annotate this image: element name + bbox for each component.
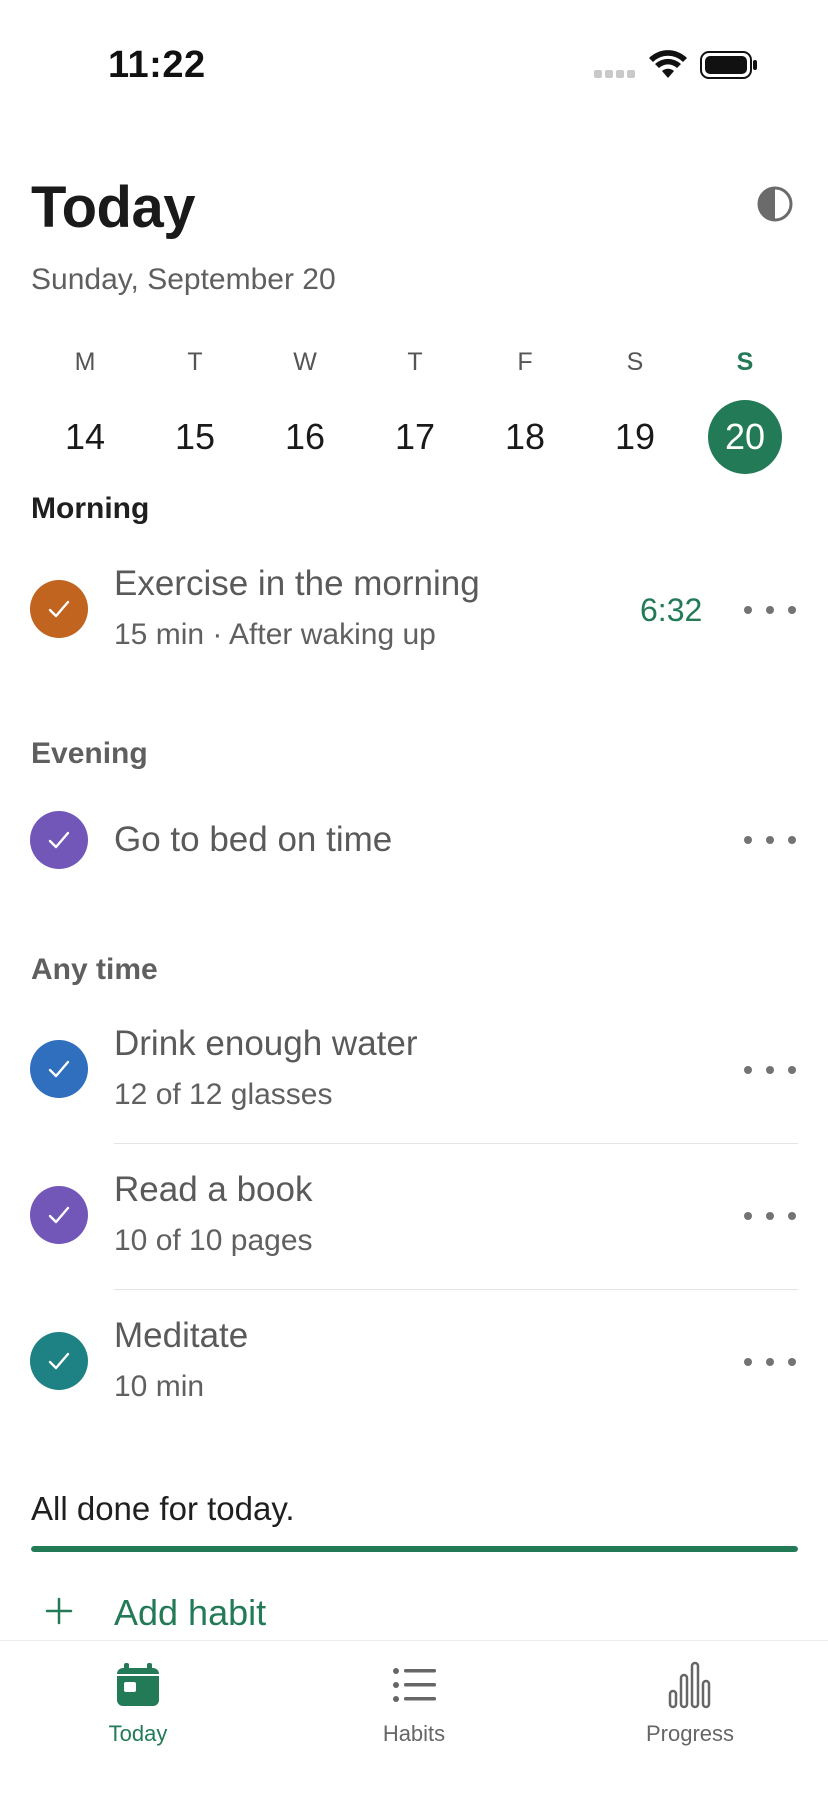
habit-name: Exercise in the morning xyxy=(114,564,480,603)
checkmark-icon xyxy=(48,1352,70,1370)
progress-fill xyxy=(31,1546,798,1552)
more-options-icon[interactable] xyxy=(744,1342,796,1382)
day-saturday[interactable]: S 19 xyxy=(580,340,690,464)
day-thursday[interactable]: T 17 xyxy=(360,340,470,464)
status-bar: 11:22 xyxy=(0,0,828,120)
day-number: 18 xyxy=(504,416,546,457)
plus-icon xyxy=(45,1597,73,1625)
add-habit-button[interactable]: Add habit xyxy=(0,1588,828,1638)
day-letter: T xyxy=(407,348,423,376)
checkmark-icon xyxy=(48,1060,70,1078)
day-letter: S xyxy=(736,348,754,376)
day-sunday-selected[interactable]: S 20 xyxy=(690,340,800,474)
habit-check[interactable] xyxy=(30,811,88,869)
more-options-icon[interactable] xyxy=(744,820,796,860)
day-number: 14 xyxy=(64,416,106,457)
habit-name: Read a book xyxy=(114,1170,313,1209)
section-title-morning: Morning xyxy=(31,492,150,525)
nav-label: Today xyxy=(108,1721,168,1746)
nav-tab-habits[interactable]: Habits xyxy=(276,1641,552,1771)
day-letter: T xyxy=(187,348,203,376)
week-strip: M 14 T 15 W 16 T 17 F 18 S 19 S 20 xyxy=(30,340,800,474)
habit-exercise[interactable]: Exercise in the morning 15 min · After w… xyxy=(0,560,828,670)
add-habit-label: Add habit xyxy=(114,1592,267,1633)
habit-name: Drink enough water xyxy=(114,1024,418,1063)
habit-meditate[interactable]: Meditate 10 min xyxy=(0,1312,828,1432)
completion-message: All done for today. xyxy=(31,1490,295,1527)
nav-tab-progress[interactable]: Progress xyxy=(552,1641,828,1771)
habit-check[interactable] xyxy=(30,1186,88,1244)
list-icon xyxy=(393,1668,436,1702)
battery-icon xyxy=(700,51,757,79)
current-date: Sunday, September 20 xyxy=(31,263,336,296)
section-title-evening: Evening xyxy=(31,737,148,770)
day-number: 20 xyxy=(708,400,782,474)
habit-name: Go to bed on time xyxy=(114,820,393,859)
more-options-icon[interactable] xyxy=(744,1196,796,1236)
theme-toggle-icon[interactable] xyxy=(756,185,794,223)
checkmark-icon xyxy=(48,1206,70,1224)
more-options-icon[interactable] xyxy=(744,590,796,630)
section-title-anytime: Any time xyxy=(31,953,158,986)
nav-tab-today[interactable]: Today xyxy=(0,1641,276,1771)
day-number: 19 xyxy=(614,416,656,457)
wifi-icon xyxy=(649,50,687,78)
daily-progress-bar xyxy=(31,1546,798,1552)
page-title: Today xyxy=(31,175,196,240)
habit-name: Meditate xyxy=(114,1316,249,1355)
habit-timer: 6:32 xyxy=(640,592,703,628)
status-time: 11:22 xyxy=(108,44,206,86)
habit-detail: 10 of 10 pages xyxy=(114,1224,313,1257)
checkmark-icon xyxy=(48,600,70,618)
habit-detail: 15 min · After waking up xyxy=(114,618,436,651)
day-number: 17 xyxy=(394,416,436,457)
habit-check[interactable] xyxy=(30,1332,88,1390)
day-tuesday[interactable]: T 15 xyxy=(140,340,250,464)
more-options-icon[interactable] xyxy=(744,1050,796,1090)
bottom-nav: Today Habits Progress xyxy=(0,1640,828,1807)
day-letter: M xyxy=(74,348,96,376)
bar-chart-icon xyxy=(668,1661,711,1709)
habit-read[interactable]: Read a book 10 of 10 pages xyxy=(0,1166,828,1286)
habit-detail: 12 of 12 glasses xyxy=(114,1078,333,1111)
habit-check[interactable] xyxy=(30,580,88,638)
day-monday[interactable]: M 14 xyxy=(30,340,140,464)
habit-water[interactable]: Drink enough water 12 of 12 glasses xyxy=(0,1020,828,1140)
divider xyxy=(114,1143,798,1144)
divider xyxy=(114,1289,798,1290)
day-number: 15 xyxy=(174,416,216,457)
cellular-signal-icon xyxy=(594,70,636,78)
habit-bedtime[interactable]: Go to bed on time xyxy=(0,800,828,880)
nav-label: Habits xyxy=(382,1721,446,1746)
nav-label: Progress xyxy=(645,1721,735,1746)
day-wednesday[interactable]: W 16 xyxy=(250,340,360,464)
day-letter: W xyxy=(293,348,317,376)
day-letter: S xyxy=(626,348,644,376)
habit-detail: 10 min xyxy=(114,1370,205,1403)
day-letter: F xyxy=(517,348,533,376)
day-number: 16 xyxy=(284,416,326,457)
checkmark-icon xyxy=(48,831,70,849)
calendar-icon xyxy=(117,1663,159,1706)
day-friday[interactable]: F 18 xyxy=(470,340,580,464)
habit-check[interactable] xyxy=(30,1040,88,1098)
